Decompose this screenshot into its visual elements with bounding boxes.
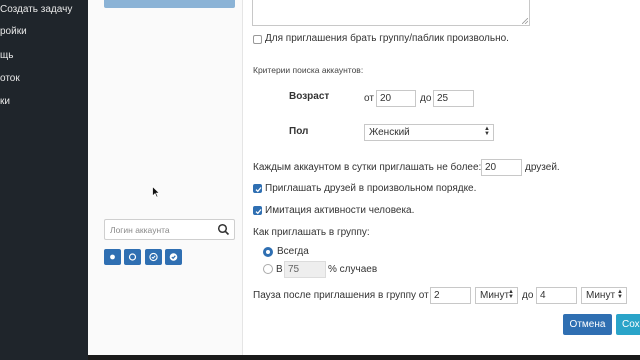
pause-to-input[interactable]: 4 [536,287,577,304]
random-order-label: Приглашать друзей в произвольном порядке… [265,183,477,194]
criteria-title: Критерии поиска аккаунтов: [253,65,364,75]
nav-item-settings[interactable]: ройки [0,26,27,37]
daily-limit-input[interactable]: 20 [481,159,522,176]
pause-to-label: до [522,290,534,301]
nav-item-help[interactable]: щь [0,50,13,61]
filter-circle-button[interactable] [124,249,141,265]
nav-item-3[interactable]: оток [0,73,20,84]
filter-check-filled-button[interactable] [165,249,182,265]
dot-icon [110,254,115,260]
age-label: Возраст [289,91,330,102]
age-to-label: до [420,93,432,104]
random-group-label: Для приглашения брать группу/паблик прои… [265,33,509,44]
checkmark-icon [255,187,262,193]
login-search [104,219,235,240]
percent-input[interactable]: 75 [284,261,326,278]
age-from-label: от [364,93,374,104]
filter-dot-button[interactable] [104,249,121,265]
human-imitation-checkbox[interactable] [253,206,262,215]
nav-item-4[interactable]: ки [0,96,10,107]
age-from-input[interactable]: 20 [376,90,416,107]
bottom-strip [88,355,640,360]
pause-label: Пауза после приглашения в группу от [253,290,429,301]
nav-item-create-task[interactable]: Создать задачу [0,4,72,15]
mouse-cursor-icon [152,186,160,198]
main-nav: Создать задачу ройки щь оток ки [0,0,88,360]
percent-suffix: % случаев [328,264,378,275]
age-to-input[interactable]: 25 [433,90,474,107]
pause-from-unit-value: Минут [480,290,510,301]
pause-to-unit-value: Минут [586,290,616,301]
pause-from-input[interactable]: 2 [430,287,471,304]
pause-to-unit-select[interactable]: Минут ▲ ▼ [581,287,627,304]
accounts-panel [88,0,243,360]
check-filled-icon [169,253,178,261]
select-arrows-icon: ▲ ▼ [617,289,623,300]
search-icon[interactable] [217,223,230,236]
gender-select[interactable]: Женский ▲ ▼ [364,124,494,141]
circle-icon [128,253,137,261]
login-search-input[interactable] [105,220,215,239]
gender-select-value: Женский [369,127,410,138]
filter-check-circle-button[interactable] [145,249,162,265]
daily-limit-label: Каждым аккаунтом в сутки приглашать не б… [253,162,482,173]
percent-radio-label: В [276,264,283,275]
daily-limit-suffix: друзей. [525,162,560,173]
checkmark-icon [255,209,262,215]
resize-handle-icon[interactable] [522,18,528,24]
random-order-checkbox[interactable] [253,184,262,193]
pause-from-unit-select[interactable]: Минут ▲ ▼ [475,287,518,304]
human-imitation-label: Имитация активности человека. [265,205,415,216]
check-circle-icon [149,252,158,262]
groups-textarea[interactable] [252,0,530,26]
always-radio[interactable] [263,247,273,257]
gender-label: Пол [289,126,309,137]
save-button[interactable]: Сох [616,314,640,335]
percent-radio[interactable] [263,264,273,274]
cancel-button[interactable]: Отмена [563,314,612,335]
select-arrows-icon: ▲ ▼ [508,289,514,300]
always-radio-label: Всегда [277,246,309,257]
how-invite-label: Как приглашать в группу: [253,227,370,238]
selected-account-bar[interactable] [104,0,235,8]
select-arrows-icon: ▲ ▼ [484,126,490,137]
random-group-checkbox[interactable] [253,35,262,44]
